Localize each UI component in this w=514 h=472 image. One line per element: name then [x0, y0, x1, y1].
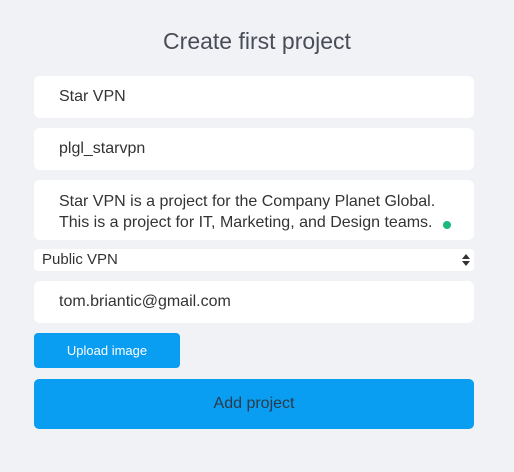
description-line: This is a project for IT, Marketing, and… — [59, 214, 433, 231]
upload-image-button[interactable]: Upload image — [34, 333, 180, 368]
project-name-input[interactable]: Star VPN — [34, 76, 474, 118]
page-title: Create first project — [163, 28, 351, 54]
project-description-textarea[interactable]: Star VPN is a project for the Company Pl… — [34, 180, 474, 240]
add-project-button[interactable]: Add project — [34, 379, 474, 429]
email-field[interactable]: tom.briantic@gmail.com — [34, 281, 474, 323]
description-line: Star VPN is a project for the Company Pl… — [59, 193, 436, 210]
visibility-select[interactable]: Public VPN — [34, 249, 474, 271]
status-dot-icon — [443, 221, 451, 229]
project-slug-input[interactable]: plgl_starvpn — [34, 128, 474, 170]
up-down-arrows-icon — [462, 254, 470, 266]
visibility-select-value: Public VPN — [42, 251, 118, 268]
